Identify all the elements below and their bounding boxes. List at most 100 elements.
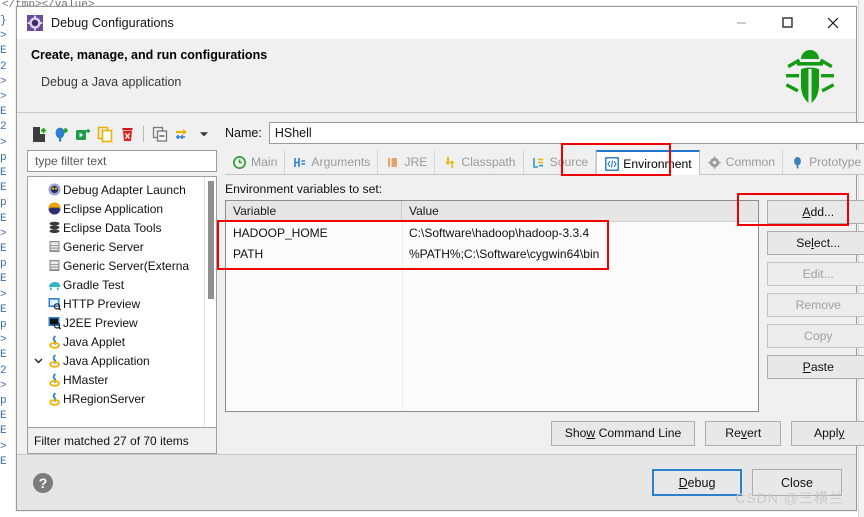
revert-button[interactable]: Revert xyxy=(705,420,782,446)
tree-item-label: Java Applet xyxy=(63,334,126,349)
add-button[interactable]: Add... xyxy=(767,200,864,224)
new-prototype-icon[interactable] xyxy=(51,124,71,144)
help-icon[interactable]: ? xyxy=(31,471,55,495)
tree-item-label: Generic Server(Externa xyxy=(63,258,190,273)
remove-button-label: Remove xyxy=(795,298,841,312)
duplicate-icon[interactable] xyxy=(95,124,115,144)
arguments-icon xyxy=(292,155,307,170)
tab-common[interactable]: Common xyxy=(700,150,784,174)
tree-item-generic-server[interactable]: Generic Server xyxy=(28,237,204,256)
java-application-icon xyxy=(45,372,63,387)
tree-item-http-preview[interactable]: HTTP Preview xyxy=(28,294,204,313)
delete-icon[interactable] xyxy=(117,124,137,144)
svg-text:?: ? xyxy=(39,475,48,491)
configuration-editor: Name: HShell Main Arguments JRE Classpat… xyxy=(225,121,864,454)
view-menu-chevron-icon[interactable] xyxy=(194,124,214,144)
java-applet-icon xyxy=(45,334,63,349)
remove-button: Remove xyxy=(767,293,864,317)
tree-item-label: Generic Server xyxy=(63,239,144,254)
page-title: Create, manage, and run configurations xyxy=(31,48,268,62)
tree-item-java-application[interactable]: Java Application xyxy=(28,351,204,370)
minimize-icon[interactable] xyxy=(718,7,764,39)
main-icon xyxy=(232,155,247,170)
tree-item-debug-adapter-launch[interactable]: Debug Adapter Launch xyxy=(28,180,204,199)
tree-item-gradle-test[interactable]: Gradle Test xyxy=(28,275,204,294)
show-command-line-button[interactable]: Show Command Line xyxy=(550,420,696,446)
filter-input[interactable] xyxy=(33,151,216,171)
edit-button-label: Edit... xyxy=(802,267,834,281)
table-header: Variable Value xyxy=(226,201,759,222)
table-row[interactable]: PATH %PATH%;C:\Software\cygwin64\bin xyxy=(226,243,758,264)
common-icon xyxy=(707,155,722,170)
tree-item-label: J2EE Preview xyxy=(63,315,138,330)
column-header-value[interactable]: Value xyxy=(402,201,758,221)
env-variables-table[interactable]: Variable Value HADOOP_HOME C:\Software\h… xyxy=(225,200,760,412)
maximize-icon[interactable] xyxy=(764,7,810,39)
cell-variable: HADOOP_HOME xyxy=(233,225,328,240)
apply-button[interactable]: Apply xyxy=(791,420,864,446)
tree-item-hregionserver[interactable]: HRegionServer xyxy=(28,389,204,408)
filter-launch-configurations-icon[interactable] xyxy=(172,124,192,144)
tree-item-label: Eclipse Application xyxy=(63,201,164,216)
configurations-panel: Debug Adapter Launch Eclipse Application xyxy=(27,121,217,454)
collapse-all-icon[interactable] xyxy=(150,124,170,144)
filter-box[interactable] xyxy=(27,150,217,172)
jre-icon xyxy=(385,155,400,170)
tree-item-java-applet[interactable]: Java Applet xyxy=(28,332,204,351)
watermark: CSDN @三横兰 xyxy=(735,490,844,506)
tab-arguments[interactable]: Arguments xyxy=(285,150,379,174)
environment-icon xyxy=(604,156,619,171)
tab-bar: Main Arguments JRE Classpath Source Envi… xyxy=(225,150,864,175)
column-header-variable[interactable]: Variable xyxy=(226,201,402,221)
env-table-buttons: Add... Select... Edit... Remove Copy Pas… xyxy=(767,200,864,412)
tree-item-label: Java Application xyxy=(63,353,150,368)
configurations-tree[interactable]: Debug Adapter Launch Eclipse Application xyxy=(27,176,217,428)
tree-item-label: HRegionServer xyxy=(63,391,146,406)
debug-configurations-dialog: Debug Configurations Create, manage, and… xyxy=(16,6,864,511)
tree-scrollbar-thumb[interactable] xyxy=(208,181,214,299)
table-row[interactable]: HADOOP_HOME C:\Software\hadoop\hadoop-3.… xyxy=(226,222,758,243)
tree-item-hmaster[interactable]: HMaster xyxy=(28,370,204,389)
name-input[interactable]: HShell xyxy=(268,122,864,144)
tab-label: Environment xyxy=(623,156,692,171)
copy-button-label: Copy xyxy=(804,329,833,343)
export-configuration-icon[interactable] xyxy=(73,124,93,144)
paste-button[interactable]: Paste xyxy=(767,355,864,379)
tab-main[interactable]: Main xyxy=(225,150,286,174)
select-button[interactable]: Select... xyxy=(767,231,864,255)
cell-value: %PATH%;C:\Software\cygwin64\bin xyxy=(409,246,600,261)
tree-item-j2ee-preview[interactable]: J2EE Preview xyxy=(28,313,204,332)
tab-label: Prototype xyxy=(809,155,862,169)
tab-classpath[interactable]: Classpath xyxy=(435,150,524,174)
tab-label: Main xyxy=(251,155,278,169)
tree-item-generic-server-external[interactable]: Generic Server(Externa xyxy=(28,256,204,275)
show-command-line-label: Show Command Line xyxy=(564,426,682,440)
http-preview-icon xyxy=(45,296,63,311)
paste-button-label: Paste xyxy=(802,360,834,374)
prototype-icon xyxy=(790,155,805,170)
filter-status: Filter matched 27 of 70 items xyxy=(27,428,217,454)
tree-item-label: HMaster xyxy=(63,372,109,387)
tree-item-eclipse-application[interactable]: Eclipse Application xyxy=(28,199,204,218)
configurations-toolbar xyxy=(27,121,217,147)
tree-item-eclipse-data-tools[interactable]: Eclipse Data Tools xyxy=(28,218,204,237)
env-section-label: Environment variables to set: xyxy=(225,182,383,196)
tab-source[interactable]: Source xyxy=(524,150,597,174)
new-launch-configuration-icon[interactable] xyxy=(29,124,49,144)
tab-jre[interactable]: JRE xyxy=(378,150,436,174)
window-title: Debug Configurations xyxy=(51,15,174,30)
add-button-label: Add... xyxy=(802,205,835,219)
debug-button-label: Debug xyxy=(678,475,716,490)
debug-button[interactable]: Debug xyxy=(652,469,742,496)
revert-label: Revert xyxy=(725,426,762,440)
close-icon[interactable] xyxy=(810,7,856,39)
tab-prototype[interactable]: Prototype xyxy=(783,150,864,174)
name-row: Name: HShell xyxy=(225,121,864,145)
separator xyxy=(143,126,144,142)
cell-value: C:\Software\hadoop\hadoop-3.3.4 xyxy=(409,225,590,240)
tab-label: Common xyxy=(725,155,776,169)
tree-scrollbar[interactable] xyxy=(204,177,216,427)
chevron-down-icon[interactable] xyxy=(32,356,45,365)
tab-environment[interactable]: Environment xyxy=(596,150,700,175)
action-buttons-row: Show Command Line Revert Apply xyxy=(225,412,864,454)
